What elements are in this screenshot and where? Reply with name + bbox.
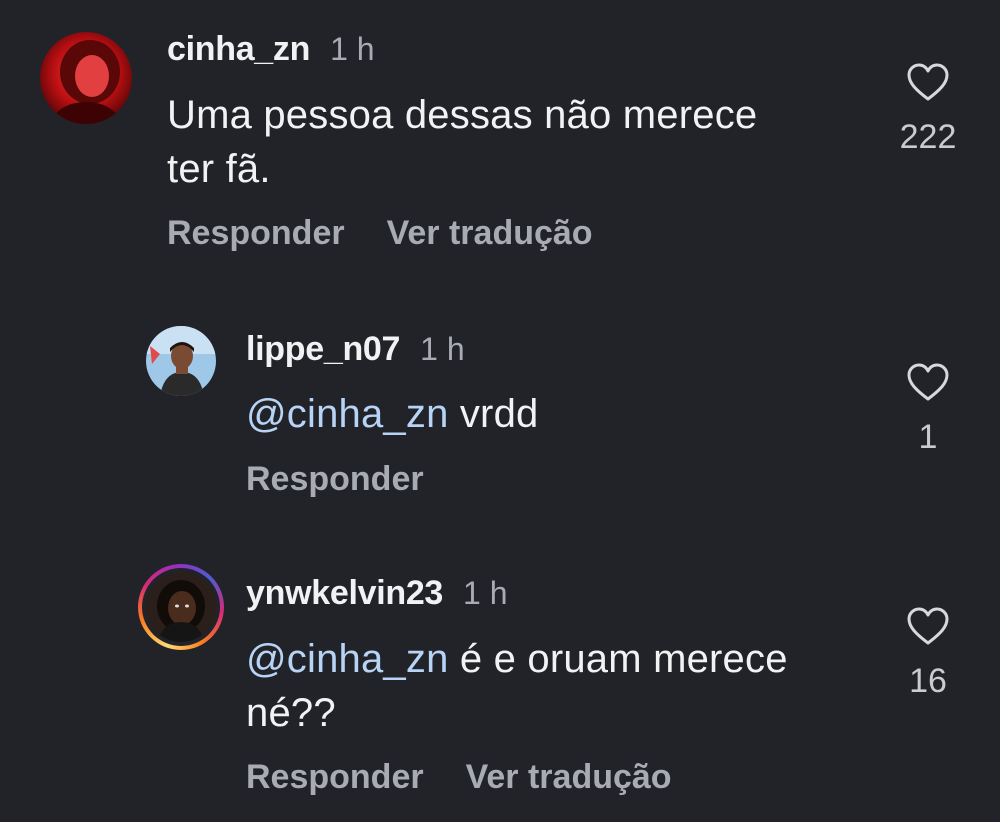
comment-text-line: é e oruam merece (459, 637, 788, 681)
comment-username[interactable]: cinha_zn (167, 30, 310, 69)
reply-item: lippe_n07 1 h @cinha_zn vrdd Responder 1 (0, 270, 1000, 540)
heart-icon[interactable] (906, 362, 950, 402)
comment-username[interactable]: lippe_n07 (246, 330, 400, 369)
reply-button[interactable]: Responder (246, 460, 424, 499)
comment-timestamp: 1 h (330, 31, 375, 67)
reply-button[interactable]: Responder (167, 214, 345, 253)
like-count: 1 (918, 418, 938, 456)
reply-item: ynwkelvin23 1 h @cinha_zn é e oruam mere… (0, 540, 1000, 822)
reply-button[interactable]: Responder (246, 758, 424, 797)
profile-photo-icon (146, 572, 216, 642)
comment-item: cinha_zn 1 h Uma pessoa dessas não merec… (0, 0, 1000, 270)
comment-username[interactable]: ynwkelvin23 (246, 574, 443, 613)
heart-icon[interactable] (906, 606, 950, 646)
profile-photo-icon (146, 326, 216, 396)
comment-timestamp: 1 h (420, 331, 465, 367)
story-ring[interactable] (138, 564, 224, 650)
avatar[interactable] (40, 32, 132, 124)
profile-photo-icon (40, 32, 132, 124)
comment-thread: cinha_zn 1 h Uma pessoa dessas não merec… (0, 0, 1000, 822)
comment-text: @cinha_zn é e oruam merece né?? (246, 632, 866, 740)
comment-text: @cinha_zn vrdd (246, 387, 866, 441)
mention-link[interactable]: @cinha_zn (246, 637, 449, 681)
comment-timestamp: 1 h (463, 575, 508, 611)
comment-text-line: Uma pessoa dessas não merece (167, 93, 758, 137)
see-translation-button[interactable]: Ver tradução (466, 758, 672, 797)
avatar[interactable] (146, 326, 216, 396)
like-control: 16 (888, 606, 968, 701)
comment-text-line: né?? (246, 691, 336, 735)
see-translation-button[interactable]: Ver tradução (387, 214, 593, 253)
like-control: 1 (888, 362, 968, 457)
avatar (146, 572, 216, 642)
mention-link[interactable]: @cinha_zn (246, 392, 449, 436)
like-count: 16 (909, 662, 947, 700)
comment-text-line: ter fã. (167, 147, 271, 191)
like-count: 222 (899, 118, 957, 156)
comment-text: Uma pessoa dessas não merece ter fã. (167, 88, 867, 196)
like-control: 222 (888, 62, 968, 157)
comment-text-line: vrdd (459, 392, 539, 436)
heart-icon[interactable] (906, 62, 950, 102)
